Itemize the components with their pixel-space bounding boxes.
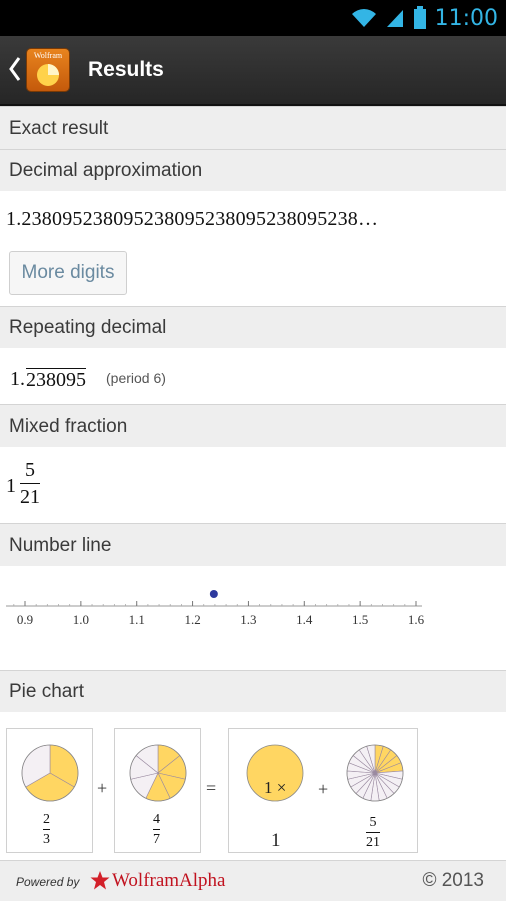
pod-header-pie-chart[interactable]: Pie chart — [0, 670, 506, 712]
signal-icon — [386, 10, 403, 27]
wifi-icon — [351, 9, 376, 27]
action-bar: Wolfram Results — [0, 36, 506, 106]
pie-logo-icon — [37, 64, 59, 86]
mixed-fraction: 5 21 — [20, 459, 40, 508]
f1-numerator: 2 — [43, 812, 50, 827]
f1-bar — [43, 829, 50, 831]
pie-two-thirds — [21, 744, 79, 802]
equals-sign: = — [206, 778, 217, 798]
pie-four-sevenths — [129, 744, 187, 802]
f2-denominator: 7 — [153, 832, 160, 848]
fraction-five-twentyfirsts: 5 21 — [366, 815, 380, 851]
powered-by-label: Powered by — [16, 875, 80, 889]
pie-box-result: 1 × 1 + 5 21 — [228, 728, 418, 853]
f2-bar — [153, 829, 160, 831]
pod-header-exact-result[interactable]: Exact result — [0, 106, 506, 149]
number-line-plot: 0.9 1.0 1.1 1.2 1.3 1.4 1.5 1.6 — [6, 590, 425, 627]
plus-sign-2: + — [318, 779, 329, 799]
pod-body-decimal-approximation: 1.238095238095238095238095238095238… Mor… — [0, 191, 506, 306]
decimal-value: 1.238095238095238095238095238095238… — [6, 208, 379, 230]
pie-five-twentyfirsts — [346, 744, 404, 802]
f3-numerator: 5 — [369, 815, 377, 830]
pod-header-number-line[interactable]: Number line — [0, 523, 506, 566]
tick-label: 1.3 — [240, 612, 256, 627]
repeating-digits: 238095 — [26, 368, 86, 391]
tick-label: 1.5 — [352, 612, 368, 627]
app-logo[interactable]: Wolfram — [27, 49, 69, 91]
tick-label: 0.9 — [17, 612, 33, 627]
copyright: © 2013 — [422, 870, 484, 891]
battery-icon — [413, 6, 426, 29]
back-chevron-icon[interactable] — [8, 56, 22, 82]
period-note: (period 6) — [106, 370, 166, 386]
pod-body-repeating-decimal: 1. 238095 (period 6) — [0, 348, 506, 404]
wolfram-star-icon — [90, 871, 110, 890]
tick-label: 1.6 — [408, 612, 425, 627]
mixed-numerator: 5 — [25, 459, 35, 481]
pie-box-two-thirds: 2 3 — [6, 728, 93, 853]
tick-label: 1.1 — [129, 612, 145, 627]
f3-denominator: 21 — [366, 835, 380, 851]
repeating-integer-part: 1. — [10, 368, 25, 390]
footer: Powered by WolframAlpha © 2013 — [0, 860, 506, 901]
pod-header-mixed-fraction[interactable]: Mixed fraction — [0, 404, 506, 447]
pod-body-pie-chart: 2 3 + 4 7 = 1 × 1 + 5 21 — [0, 712, 506, 860]
tick-label: 1.4 — [296, 612, 313, 627]
status-time: 11:00 — [434, 5, 498, 31]
status-icons: 11:00 — [351, 0, 498, 36]
pod-header-decimal-approximation[interactable]: Decimal approximation — [0, 149, 506, 191]
fraction-bar — [20, 483, 40, 484]
pod-body-mixed-fraction: 1 5 21 — [0, 447, 506, 523]
f1-denominator: 3 — [43, 832, 50, 848]
fraction-four-sevenths: 4 7 — [153, 812, 160, 848]
number-line-point — [209, 590, 218, 598]
fraction-two-thirds: 2 3 — [43, 812, 50, 848]
one-label: 1 — [271, 830, 281, 851]
mixed-integer: 1 — [6, 475, 16, 497]
mixed-denominator: 21 — [20, 486, 40, 508]
times-label: 1 × — [264, 778, 287, 797]
wolframalpha-brand[interactable]: WolframAlpha — [112, 870, 226, 892]
tick-label: 1.2 — [184, 612, 200, 627]
pod-body-number-line: 0.9 1.0 1.1 1.2 1.3 1.4 1.5 1.6 — [0, 566, 506, 670]
f3-bar — [366, 832, 380, 834]
plus-sign: + — [97, 778, 108, 798]
tick-label: 1.0 — [73, 612, 89, 627]
more-digits-button[interactable]: More digits — [9, 251, 127, 295]
pod-header-repeating-decimal[interactable]: Repeating decimal — [0, 306, 506, 348]
f2-numerator: 4 — [153, 812, 160, 827]
status-bar: 11:00 — [0, 0, 506, 36]
page-title: Results — [88, 58, 164, 81]
pie-box-four-sevenths: 4 7 — [114, 728, 201, 853]
